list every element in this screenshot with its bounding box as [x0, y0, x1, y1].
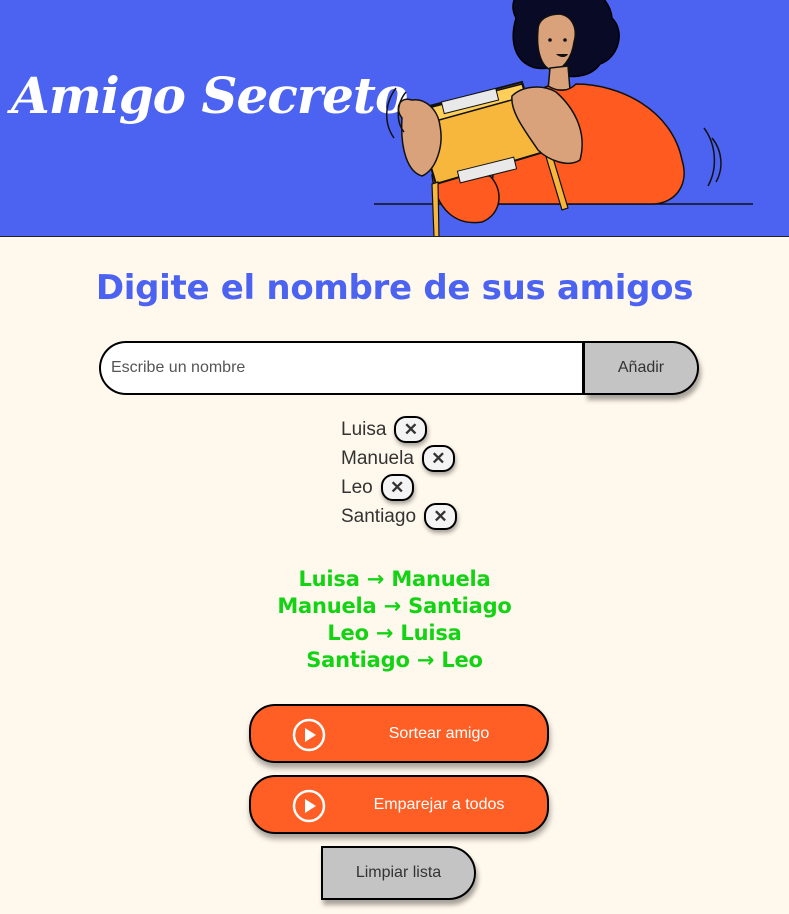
pair-all-label: Emparejar a todos	[373, 796, 505, 813]
result-item: Leo → Luisa	[327, 621, 462, 645]
remove-friend-button[interactable]: ✕	[394, 416, 428, 443]
results-list: Luisa → Manuela Manuela → Santiago Leo →…	[0, 566, 789, 674]
friend-name: Leo	[341, 476, 373, 498]
close-icon: ✕	[431, 448, 446, 468]
add-friend-form: Añadir	[99, 341, 699, 395]
draw-friend-label: Sortear amigo	[388, 725, 490, 742]
friend-list: Luisa ✕ Manuela ✕ Leo ✕ Santiago ✕	[341, 415, 458, 531]
list-item: Luisa ✕	[341, 415, 457, 444]
person-holding-gift-illustration	[374, 0, 753, 236]
add-button[interactable]: Añadir	[585, 341, 699, 395]
name-input[interactable]	[99, 341, 586, 395]
close-icon: ✕	[390, 477, 405, 497]
friend-name: Luisa	[341, 418, 387, 440]
remove-friend-button[interactable]: ✕	[380, 474, 414, 501]
header-banner: Amigo Secreto	[0, 0, 789, 237]
friend-name: Manuela	[341, 447, 414, 469]
result-item: Santiago → Leo	[306, 648, 483, 672]
result-item: Manuela → Santiago	[277, 594, 512, 618]
page-heading: Digite el nombre de sus amigos	[95, 268, 694, 308]
list-item: Manuela ✕	[341, 444, 457, 473]
play-circle-icon	[292, 718, 326, 752]
remove-friend-button[interactable]: ✕	[421, 445, 455, 472]
close-icon: ✕	[433, 506, 448, 526]
friend-name: Santiago	[341, 505, 417, 527]
draw-friend-button[interactable]: Sortear amigo	[249, 704, 549, 763]
pair-all-button[interactable]: Emparejar a todos	[249, 775, 549, 834]
close-icon: ✕	[403, 419, 419, 439]
remove-friend-button[interactable]: ✕	[424, 503, 458, 530]
result-item: Luisa → Manuela	[298, 567, 491, 591]
list-item: Leo ✕	[341, 473, 457, 502]
app-title: Amigo Secreto	[11, 66, 408, 125]
list-item: Santiago ✕	[341, 502, 458, 531]
clear-list-button[interactable]: Limpiar lista	[321, 846, 476, 900]
play-circle-icon	[292, 789, 326, 823]
